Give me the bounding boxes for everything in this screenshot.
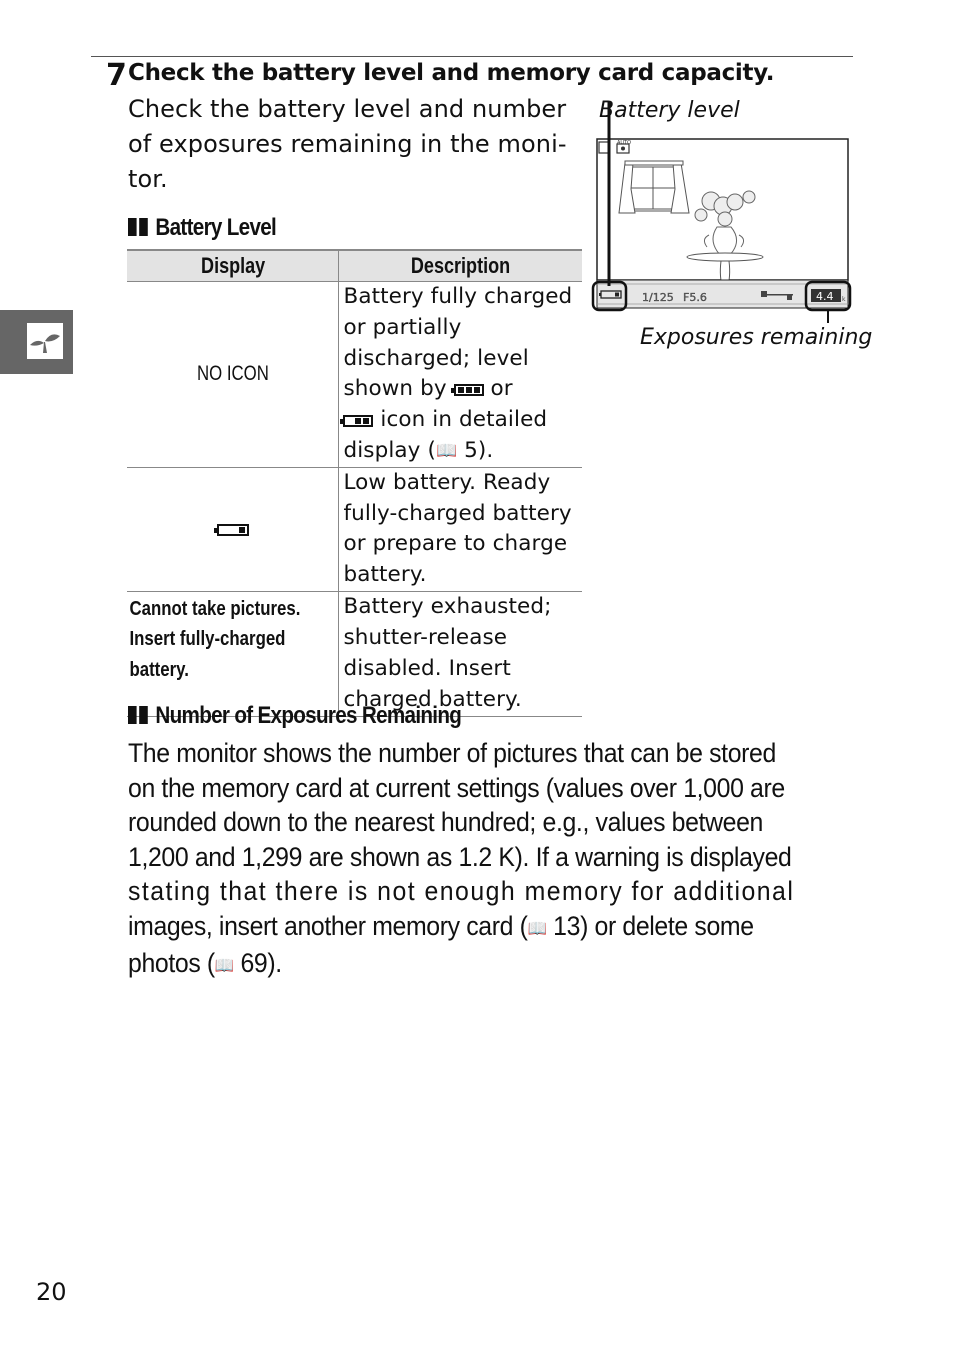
exposures-remaining-paragraph: The monitor shows the number of pictures…	[128, 736, 853, 984]
cannot-take-pictures-message: Cannot take pictures. Insert fully-charg…	[129, 596, 301, 681]
step-intro: Check the battery level and number of ex…	[128, 92, 583, 197]
no-icon-text: NO ICON	[196, 362, 269, 386]
column-header-description: Description	[338, 249, 582, 282]
table-row: NO ICON Battery fully charged or partial…	[127, 281, 582, 468]
top-rule	[91, 56, 853, 57]
chapter-side-tab[interactable]	[0, 310, 73, 374]
section-marker-icon	[139, 218, 148, 236]
exposures-remaining-value: 4.4	[816, 290, 834, 303]
exposures-remaining-heading: Number of Exposures Remaining	[128, 702, 462, 730]
page-reference-link[interactable]: 5).	[457, 438, 493, 463]
exposures-remaining-callout: Exposures remaining	[640, 325, 873, 350]
display-cell: Cannot take pictures. Insert fully-charg…	[127, 591, 340, 717]
shutter-speed: 1/125	[642, 291, 674, 304]
table-header-row: Display Description	[127, 249, 582, 282]
battery-low-icon	[213, 523, 249, 536]
battery-partial-icon	[340, 415, 374, 428]
section-marker-icon	[139, 706, 148, 724]
page-reference-link[interactable]: 13) or delete some	[547, 911, 754, 941]
table-row: Low battery. Ready fully-charged battery…	[127, 467, 582, 592]
exposures-remaining-heading-text: Number of Exposures Remaining	[155, 702, 462, 729]
battery-level-callout: Battery level	[599, 98, 740, 123]
description-cell: Battery exhausted; shutter-release disab…	[338, 591, 582, 717]
column-header-display: Display	[127, 249, 340, 282]
description-cell: Battery fully charged or partially disch…	[338, 281, 582, 468]
book-reference-icon: 📖	[214, 956, 234, 975]
battery-level-heading: Battery Level	[128, 214, 277, 242]
step-number: 7	[106, 58, 127, 93]
display-cell	[127, 467, 340, 592]
svg-text:AUTO: AUTO	[617, 140, 631, 146]
page-reference-link[interactable]: 69).	[234, 948, 282, 978]
book-reference-icon: 📖	[435, 440, 458, 461]
camera-monitor-illustration: AUTO 1/125 F5.6 4.4 k	[591, 101, 852, 323]
exposures-remaining-suffix: k	[842, 296, 846, 303]
intro-line: tor.	[128, 165, 168, 193]
table-row: Cannot take pictures. Insert fully-charg…	[127, 591, 582, 717]
battery-level-table: Display Description NO ICON Battery full…	[127, 249, 582, 717]
section-marker-icon	[128, 218, 137, 236]
page-number: 20	[36, 1278, 67, 1306]
description-cell: Low battery. Ready fully-charged battery…	[338, 467, 582, 592]
display-cell: NO ICON	[127, 281, 340, 468]
intro-line: of exposures remaining in the moni-	[128, 130, 567, 158]
book-reference-icon: 📖	[527, 918, 547, 938]
battery-full-icon	[450, 384, 484, 397]
sprout-icon	[27, 323, 63, 359]
step-title: Check the battery level and memory card …	[128, 60, 775, 86]
intro-line: Check the battery level and number	[128, 95, 567, 123]
aperture: F5.6	[683, 291, 707, 304]
battery-level-heading-text: Battery Level	[155, 214, 277, 241]
section-marker-icon	[128, 706, 137, 724]
